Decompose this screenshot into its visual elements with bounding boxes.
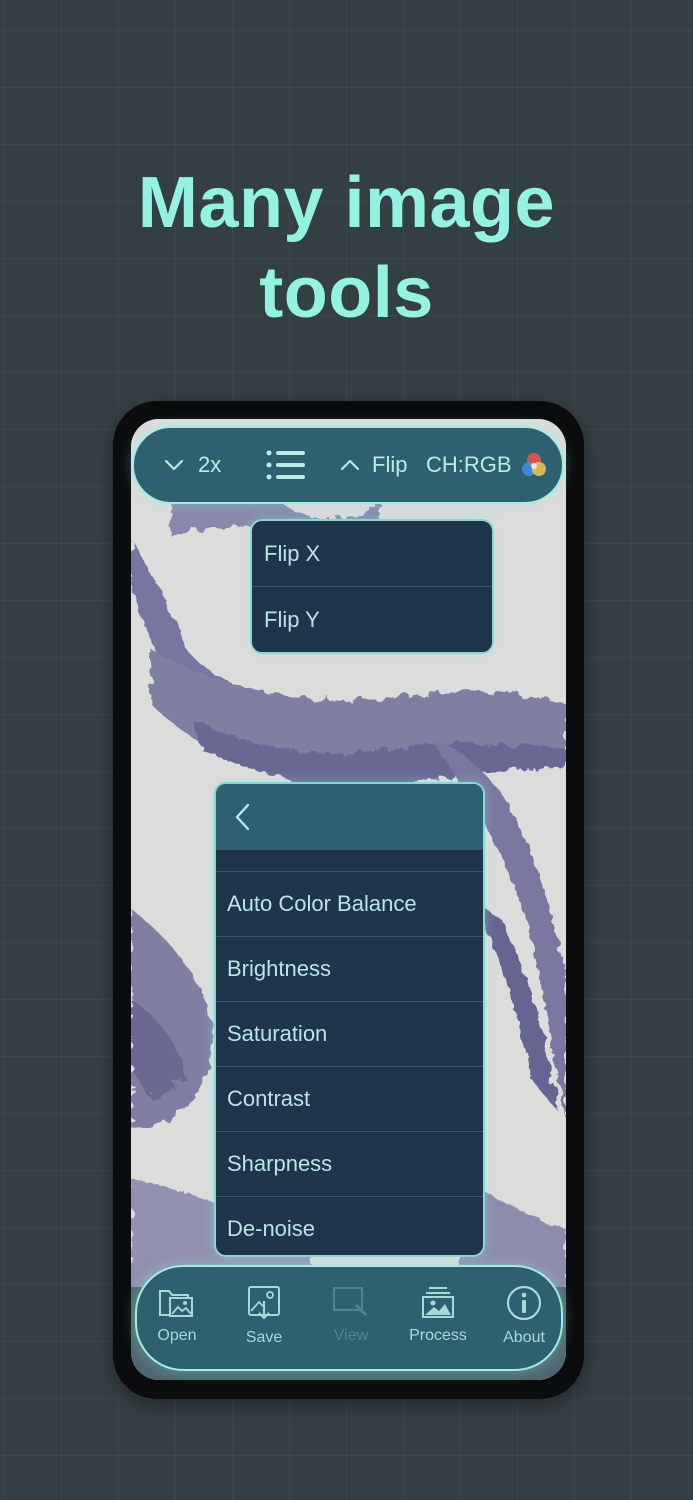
view-button[interactable]: View [311, 1267, 391, 1369]
about-label: About [503, 1329, 545, 1346]
color-channels-button[interactable] [520, 428, 548, 502]
chevron-up-icon [340, 459, 360, 471]
color-channels-icon [522, 453, 546, 476]
contrast-item[interactable]: Contrast [216, 1067, 483, 1132]
open-folder-icon [159, 1290, 193, 1317]
flip-dropdown[interactable]: Flip [340, 428, 407, 502]
brightness-item[interactable]: Brightness [216, 937, 483, 1002]
process-button[interactable]: Process [398, 1267, 478, 1369]
flip-menu: Flip X Flip Y [250, 519, 494, 654]
save-label: Save [245, 1329, 283, 1346]
process-menu: Auto Color Balance Brightness Saturation… [214, 782, 485, 1257]
view-label: View [333, 1327, 369, 1344]
saturation-item[interactable]: Saturation [216, 1002, 483, 1067]
about-button[interactable]: About [484, 1267, 564, 1369]
save-button[interactable]: Save [224, 1267, 304, 1369]
headline-line-1: Many image [137, 163, 556, 243]
top-toolbar: 2x Flip CH:RGB [132, 426, 564, 504]
open-label: Open [157, 1327, 197, 1344]
channel-label: CH:RGB [426, 452, 512, 477]
headline-line-2: tools [259, 253, 434, 333]
chevron-down-icon [164, 459, 184, 471]
menu-list-button[interactable] [266, 428, 306, 502]
channel-button[interactable]: CH:RGB [426, 428, 512, 502]
list-icon [266, 450, 305, 480]
headline: Many image tools [0, 158, 693, 338]
open-button[interactable]: Open [137, 1267, 217, 1369]
flip-label: Flip [372, 452, 408, 477]
denoise-item[interactable]: De-noise [216, 1197, 483, 1255]
flip-x-item[interactable]: Flip X [252, 521, 492, 587]
flip-y-item[interactable]: Flip Y [252, 587, 492, 652]
info-icon [506, 1285, 542, 1321]
sharpness-item[interactable]: Sharpness [216, 1132, 483, 1197]
auto-color-balance-item[interactable]: Auto Color Balance [216, 872, 483, 937]
zoom-dropdown[interactable]: 2x [164, 428, 221, 502]
process-menu-header [216, 784, 483, 850]
chevron-left-icon[interactable] [234, 802, 252, 832]
view-icon [333, 1287, 368, 1317]
zoom-label: 2x [198, 452, 222, 477]
process-menu-spacer [216, 850, 483, 872]
process-label: Process [409, 1327, 467, 1344]
bottom-toolbar: Open Save View Process About [135, 1265, 563, 1371]
save-image-icon [248, 1286, 280, 1320]
process-image-icon [422, 1287, 454, 1318]
